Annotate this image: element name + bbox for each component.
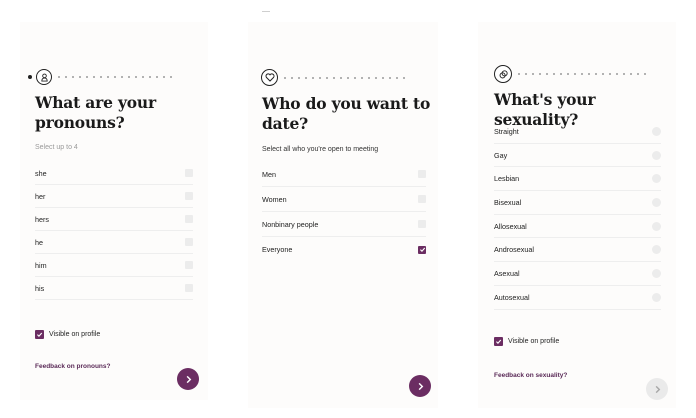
option-label: Men <box>262 169 276 179</box>
option-he[interactable]: he <box>35 231 193 254</box>
option-label: Autosexual <box>494 292 530 302</box>
option-label: hers <box>35 214 49 224</box>
option-allosexual[interactable]: Allosexual <box>494 215 661 239</box>
rings-icon <box>494 65 512 83</box>
checkbox[interactable] <box>418 195 426 203</box>
option-label: Lesbian <box>494 174 520 184</box>
next-button[interactable] <box>646 378 668 400</box>
radio[interactable] <box>652 268 661 278</box>
progress-dot <box>28 75 32 79</box>
option-straight[interactable]: Straight <box>494 120 661 144</box>
option-label: Bisexual <box>494 197 522 207</box>
next-button[interactable] <box>409 375 431 397</box>
checkbox[interactable] <box>185 169 193 177</box>
gender-list: Men Women Nonbinary people Everyone <box>262 162 426 262</box>
option-label: Nonbinary people <box>262 219 319 229</box>
option-androsexual[interactable]: Androsexual <box>494 238 661 263</box>
check-icon <box>37 332 43 338</box>
option-label: Women <box>262 194 287 204</box>
sexuality-list: Straight Gay Lesbian Bisexual Allosexual… <box>494 120 661 310</box>
visible-checkbox[interactable] <box>35 330 44 339</box>
checkbox[interactable] <box>185 284 193 292</box>
option-label: his <box>35 283 45 293</box>
progress-indicator <box>28 69 177 85</box>
option-autosexual[interactable]: Autosexual <box>494 286 661 310</box>
option-label: she <box>35 168 47 178</box>
option-his[interactable]: his <box>35 277 193 300</box>
checkbox[interactable] <box>418 245 426 254</box>
option-she[interactable]: she <box>35 162 193 185</box>
feedback-link[interactable]: Feedback on pronouns? <box>35 363 110 370</box>
radio[interactable] <box>652 292 661 302</box>
progress-indicator <box>261 69 410 86</box>
heart-icon <box>261 69 278 86</box>
option-label: Everyone <box>262 245 293 254</box>
next-button[interactable] <box>177 368 199 390</box>
chevron-right-icon <box>186 375 191 383</box>
option-him[interactable]: him <box>35 254 193 277</box>
option-her[interactable]: her <box>35 185 193 208</box>
option-asexual[interactable]: Asexual <box>494 262 661 286</box>
visible-on-profile-toggle[interactable]: Visible on profile <box>494 337 559 346</box>
pronouns-screen: What are your pronouns? Select up to 4 s… <box>20 22 208 400</box>
person-icon <box>36 69 52 85</box>
checkbox[interactable] <box>418 220 426 228</box>
option-gay[interactable]: Gay <box>494 144 661 168</box>
radio[interactable] <box>652 150 661 160</box>
option-label: Allosexual <box>494 221 527 231</box>
sexuality-screen: What's your sexuality? Straight Gay Lesb… <box>478 22 676 408</box>
checkbox[interactable] <box>185 215 193 223</box>
progress-dots <box>58 76 177 78</box>
option-everyone[interactable]: Everyone <box>262 237 426 262</box>
pronoun-list: she her hers he him his <box>35 162 193 300</box>
progress-dots <box>518 73 651 75</box>
radio[interactable] <box>652 174 661 184</box>
option-label: him <box>35 260 47 270</box>
radio[interactable] <box>652 197 661 207</box>
option-hers[interactable]: hers <box>35 208 193 231</box>
option-bisexual[interactable]: Bisexual <box>494 191 661 215</box>
page-title: What are your pronouns? <box>35 93 156 132</box>
option-men[interactable]: Men <box>262 162 426 187</box>
option-women[interactable]: Women <box>262 187 426 212</box>
checkbox[interactable] <box>418 170 426 178</box>
top-divider <box>262 11 270 12</box>
dating-preference-screen: Who do you want to date? Select all who … <box>248 22 438 408</box>
chevron-right-icon <box>418 382 423 390</box>
page-title: Who do you want to date? <box>262 94 431 133</box>
feedback-link[interactable]: Feedback on sexuality? <box>494 372 567 379</box>
visible-on-profile-toggle[interactable]: Visible on profile <box>35 330 100 339</box>
checkbox[interactable] <box>185 261 193 269</box>
option-nonbinary[interactable]: Nonbinary people <box>262 212 426 237</box>
progress-indicator <box>494 65 651 83</box>
visible-checkbox[interactable] <box>494 337 503 346</box>
radio[interactable] <box>652 221 661 231</box>
chevron-right-icon <box>655 385 660 393</box>
radio[interactable] <box>652 245 661 255</box>
option-label: Gay <box>494 150 508 160</box>
radio[interactable] <box>652 126 661 136</box>
page-subtitle: Select all who you're open to meeting <box>262 146 379 153</box>
option-lesbian[interactable]: Lesbian <box>494 167 661 192</box>
check-icon <box>496 339 502 345</box>
progress-dots <box>284 76 410 79</box>
checkbox[interactable] <box>185 192 193 200</box>
check-icon <box>419 247 425 253</box>
visible-label: Visible on profile <box>508 338 560 345</box>
option-label: Androsexual <box>494 245 534 255</box>
option-label: Asexual <box>494 268 520 278</box>
option-label: her <box>35 191 46 201</box>
visible-label: Visible on profile <box>49 331 101 338</box>
checkbox[interactable] <box>185 238 193 246</box>
option-label: he <box>35 237 43 247</box>
page-subtitle: Select up to 4 <box>35 144 78 151</box>
option-label: Straight <box>494 126 519 136</box>
